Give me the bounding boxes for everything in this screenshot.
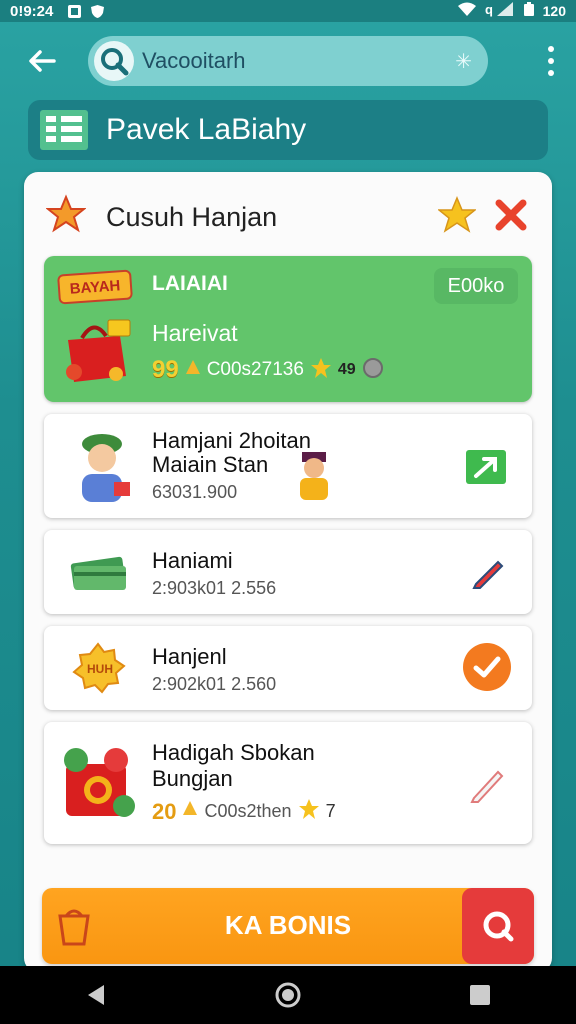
coin-icon (185, 359, 201, 382)
pencil-icon[interactable] (468, 764, 508, 804)
more-options-icon[interactable] (546, 46, 556, 76)
badge-icon: HUH (72, 642, 126, 694)
gift-bag-icon (66, 319, 131, 382)
list-item[interactable]: Hamjani 2hoitan Maiain Stan 63031.900 (44, 414, 532, 518)
item-subtitle: 2:903k01 2.556 (152, 578, 277, 598)
triangle-back-icon (88, 985, 104, 1005)
nav-recents-button[interactable] (460, 975, 500, 1015)
item-extra: 7 (325, 801, 336, 821)
featured-label: LAIAIAI (152, 272, 228, 295)
item-meta: 20 C00s2then 7 (152, 798, 336, 825)
nav-home-button[interactable] (268, 975, 308, 1015)
search-icon[interactable] (94, 41, 134, 81)
item-title: Haniami (152, 548, 233, 573)
clear-icon[interactable]: ✳ (455, 49, 472, 74)
close-icon[interactable] (494, 198, 528, 232)
list-item[interactable]: HUH Hanjenl 2:902k01 2.560 (44, 626, 532, 710)
favorite-star-icon[interactable] (438, 196, 476, 234)
svg-text:q: q (485, 2, 493, 17)
shield-icon (90, 4, 105, 19)
system-nav-bar (0, 966, 576, 1024)
signal-icon: q (485, 1, 515, 21)
battery-icon (523, 1, 535, 21)
featured-tag: BAYAH (57, 269, 133, 305)
coin-icon (182, 800, 198, 823)
featured-subtitle: Hareivat (152, 320, 238, 346)
person-icon (300, 452, 328, 500)
coin-gray-icon (362, 357, 384, 384)
star-small-icon (298, 798, 320, 825)
circle-home-icon (275, 982, 301, 1008)
item-title: Hamjani 2hoitan (152, 428, 311, 453)
check-icon[interactable] (462, 642, 512, 692)
money-stack-icon (70, 556, 126, 590)
status-time: 0!9:24 (10, 2, 54, 20)
status-right: q 120 (457, 1, 566, 21)
list-item[interactable]: Hadigah Sbokan Bungjan 20 C00s2then 7 (44, 722, 532, 844)
wifi-icon (457, 2, 477, 21)
notification-icon (67, 4, 82, 19)
featured-pill[interactable]: E00ko (434, 268, 518, 304)
card-title: Cusuh Hanjan (106, 202, 278, 232)
item-title: Hanjenl (152, 644, 227, 669)
item-title-line2: Maiain Stan (152, 452, 269, 477)
featured-item[interactable]: BAYAH LAIAIAI E00ko Hareivat 99 C00s2713… (44, 256, 532, 402)
grid-icon (40, 110, 88, 150)
search-icon (483, 911, 514, 942)
coin-count: 20 (152, 798, 177, 824)
bonus-button-label: KA BONIS (224, 910, 352, 940)
svg-text:HUH: HUH (87, 662, 113, 676)
bonus-button[interactable]: KA BONIS (42, 888, 534, 964)
search-input[interactable] (142, 48, 442, 74)
item-subtitle: 63031.900 (152, 482, 238, 502)
star-icon (46, 194, 86, 233)
list-item[interactable]: Haniami 2:903k01 2.556 (44, 530, 532, 614)
search-bar[interactable]: ✳ (88, 36, 488, 86)
pencil-icon[interactable] (470, 554, 506, 590)
page-title: Pavek LaBiahy (106, 113, 307, 146)
page-banner: Pavek LaBiahy (28, 100, 548, 160)
item-subtitle: 2:902k01 2.560 (152, 674, 277, 694)
trend-up-icon[interactable] (466, 450, 506, 484)
gift-box-icon (64, 748, 135, 817)
item-title-line2: Bungjan (152, 766, 233, 791)
featured-code: C00s27136 (206, 359, 304, 380)
status-bar: 0!9:24 q 120 (0, 0, 576, 22)
app-bar: ✳ (0, 22, 576, 100)
back-button[interactable] (20, 39, 64, 83)
bonus-search-button[interactable] (462, 888, 534, 964)
battery-text: 120 (542, 3, 566, 19)
card-header: Cusuh Hanjan (24, 172, 552, 256)
star-small-icon (310, 357, 332, 384)
coin-count: 99 (152, 356, 179, 383)
person-avatar-icon (82, 434, 130, 502)
featured-meta: 99 C00s27136 49 (152, 356, 384, 384)
content-card: Cusuh Hanjan BAYAH LAIAIAI E00ko Hareiva… (24, 172, 552, 972)
item-subtitle: C00s2then (204, 801, 292, 821)
arrow-left-icon (29, 50, 56, 72)
square-recents-icon (470, 985, 490, 1005)
nav-back-button[interactable] (76, 975, 116, 1015)
item-title: Hadigah Sbokan (152, 740, 315, 765)
featured-extra: 49 (337, 361, 356, 378)
